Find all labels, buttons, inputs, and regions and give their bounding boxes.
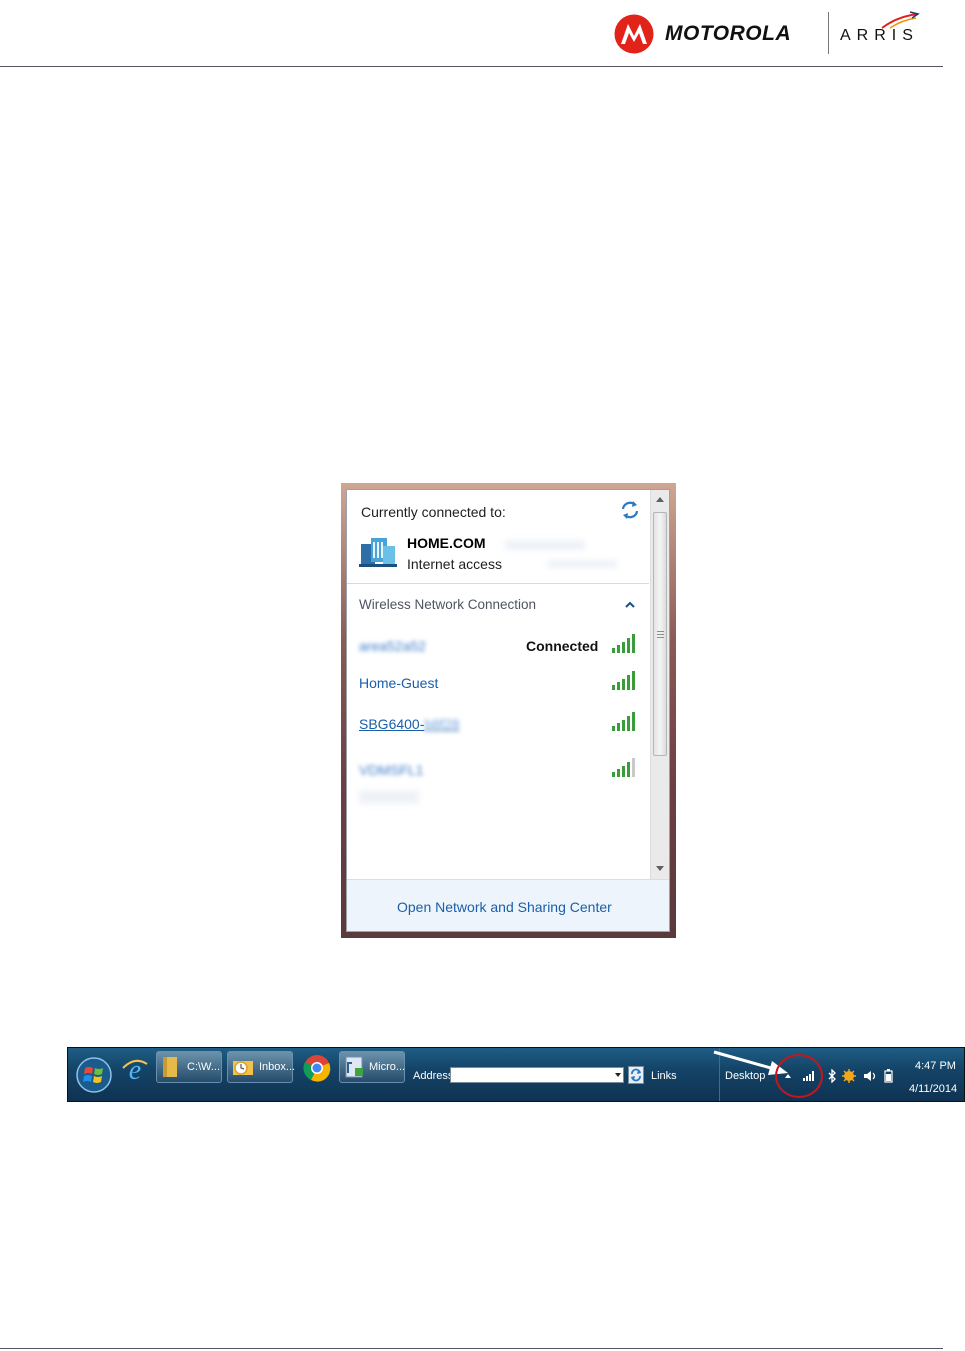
taskbar-button-outlook[interactable]: Inbox... (227, 1051, 296, 1083)
signal-strength-icon (612, 758, 635, 777)
brand-divider (828, 12, 829, 54)
network-item[interactable]: Home-Guest (347, 667, 647, 699)
taskbar-button-label: Micro... (369, 1061, 406, 1073)
scroll-up-arrow-icon[interactable] (651, 490, 669, 510)
network-flyout: Currently connected to: HOME.COM Interne… (346, 489, 670, 932)
settings-tray-icon[interactable] (842, 1069, 856, 1083)
blurred-region (547, 560, 617, 568)
signal-strength-icon (612, 671, 635, 690)
clock-date[interactable]: 4/11/2014 (909, 1083, 957, 1095)
network-domain-icon (359, 538, 397, 567)
motorola-logo-icon (614, 14, 654, 54)
chevron-down-icon[interactable] (613, 1068, 623, 1082)
scroll-thumb[interactable] (653, 512, 667, 756)
network-name: area52a52 (359, 638, 426, 654)
refresh-icon[interactable] (619, 500, 641, 520)
outlook-icon (233, 1061, 253, 1075)
battery-icon[interactable] (881, 1069, 895, 1083)
network-name-suffix: b8f28 (424, 716, 460, 732)
network-name: VDMSFL1 (359, 762, 424, 778)
scroll-grip (657, 637, 664, 638)
address-label: Address (413, 1070, 454, 1082)
connection-status: Connected (526, 638, 599, 654)
flyout-footer: Open Network and Sharing Center (347, 879, 669, 931)
scroll-grip (657, 634, 664, 635)
svg-text:e: e (129, 1055, 141, 1084)
internet-explorer-icon[interactable]: e (120, 1054, 150, 1084)
address-go-button[interactable] (628, 1066, 644, 1084)
folder-icon (163, 1057, 177, 1077)
chevron-up-icon[interactable] (624, 600, 636, 610)
blurred-region (505, 540, 585, 550)
scroll-grip (657, 631, 664, 632)
network-name: SBG6400-b8f28 (359, 716, 460, 732)
taskbar-button-explorer[interactable]: C:\W... (156, 1051, 222, 1083)
clock-time[interactable]: 4:47 PM (915, 1060, 956, 1072)
signal-strength-icon (612, 634, 635, 653)
links-toolbar[interactable]: Links (651, 1070, 677, 1082)
network-item[interactable]: VDMSFL1 (347, 754, 647, 786)
highlight-circle (775, 1054, 823, 1098)
bluetooth-icon[interactable] (825, 1069, 839, 1083)
chrome-icon[interactable] (302, 1053, 332, 1083)
scroll-down-arrow-icon[interactable] (651, 858, 669, 878)
network-name: Home-Guest (359, 675, 439, 691)
open-network-sharing-center-link[interactable]: Open Network and Sharing Center (397, 899, 612, 915)
windows-taskbar: e C:\W... Inbox... Micro... Address Link… (67, 1047, 965, 1102)
connected-to-title: Currently connected to: (361, 504, 506, 520)
arris-swoosh-icon (881, 11, 920, 29)
taskbar-button-label: Inbox... (259, 1061, 296, 1073)
current-network-name: HOME.COM (407, 535, 486, 551)
network-item[interactable]: area52a52 Connected (347, 630, 647, 662)
current-network-status: Internet access (407, 556, 502, 572)
motorola-wordmark: MOTOROLA (665, 22, 792, 45)
blurred-region (359, 790, 419, 804)
app-window-icon (345, 1056, 363, 1078)
wireless-section-header: Wireless Network Connection (359, 597, 537, 612)
taskbar-button-microsoft[interactable]: Micro... (339, 1051, 405, 1083)
address-input[interactable] (450, 1067, 624, 1083)
footer-rule (0, 1348, 943, 1349)
volume-icon[interactable] (863, 1069, 877, 1083)
signal-strength-icon (612, 712, 635, 731)
desktop-background: Currently connected to: HOME.COM Interne… (341, 483, 676, 938)
taskbar-button-label: C:\W... (187, 1061, 220, 1073)
section-separator (347, 583, 649, 584)
network-item[interactable]: SBG6400-b8f28 (347, 708, 647, 740)
go-arrow-icon (631, 1068, 641, 1082)
header-rule (0, 66, 943, 67)
scrollbar[interactable] (650, 490, 669, 879)
windows-start-icon[interactable] (76, 1057, 112, 1093)
